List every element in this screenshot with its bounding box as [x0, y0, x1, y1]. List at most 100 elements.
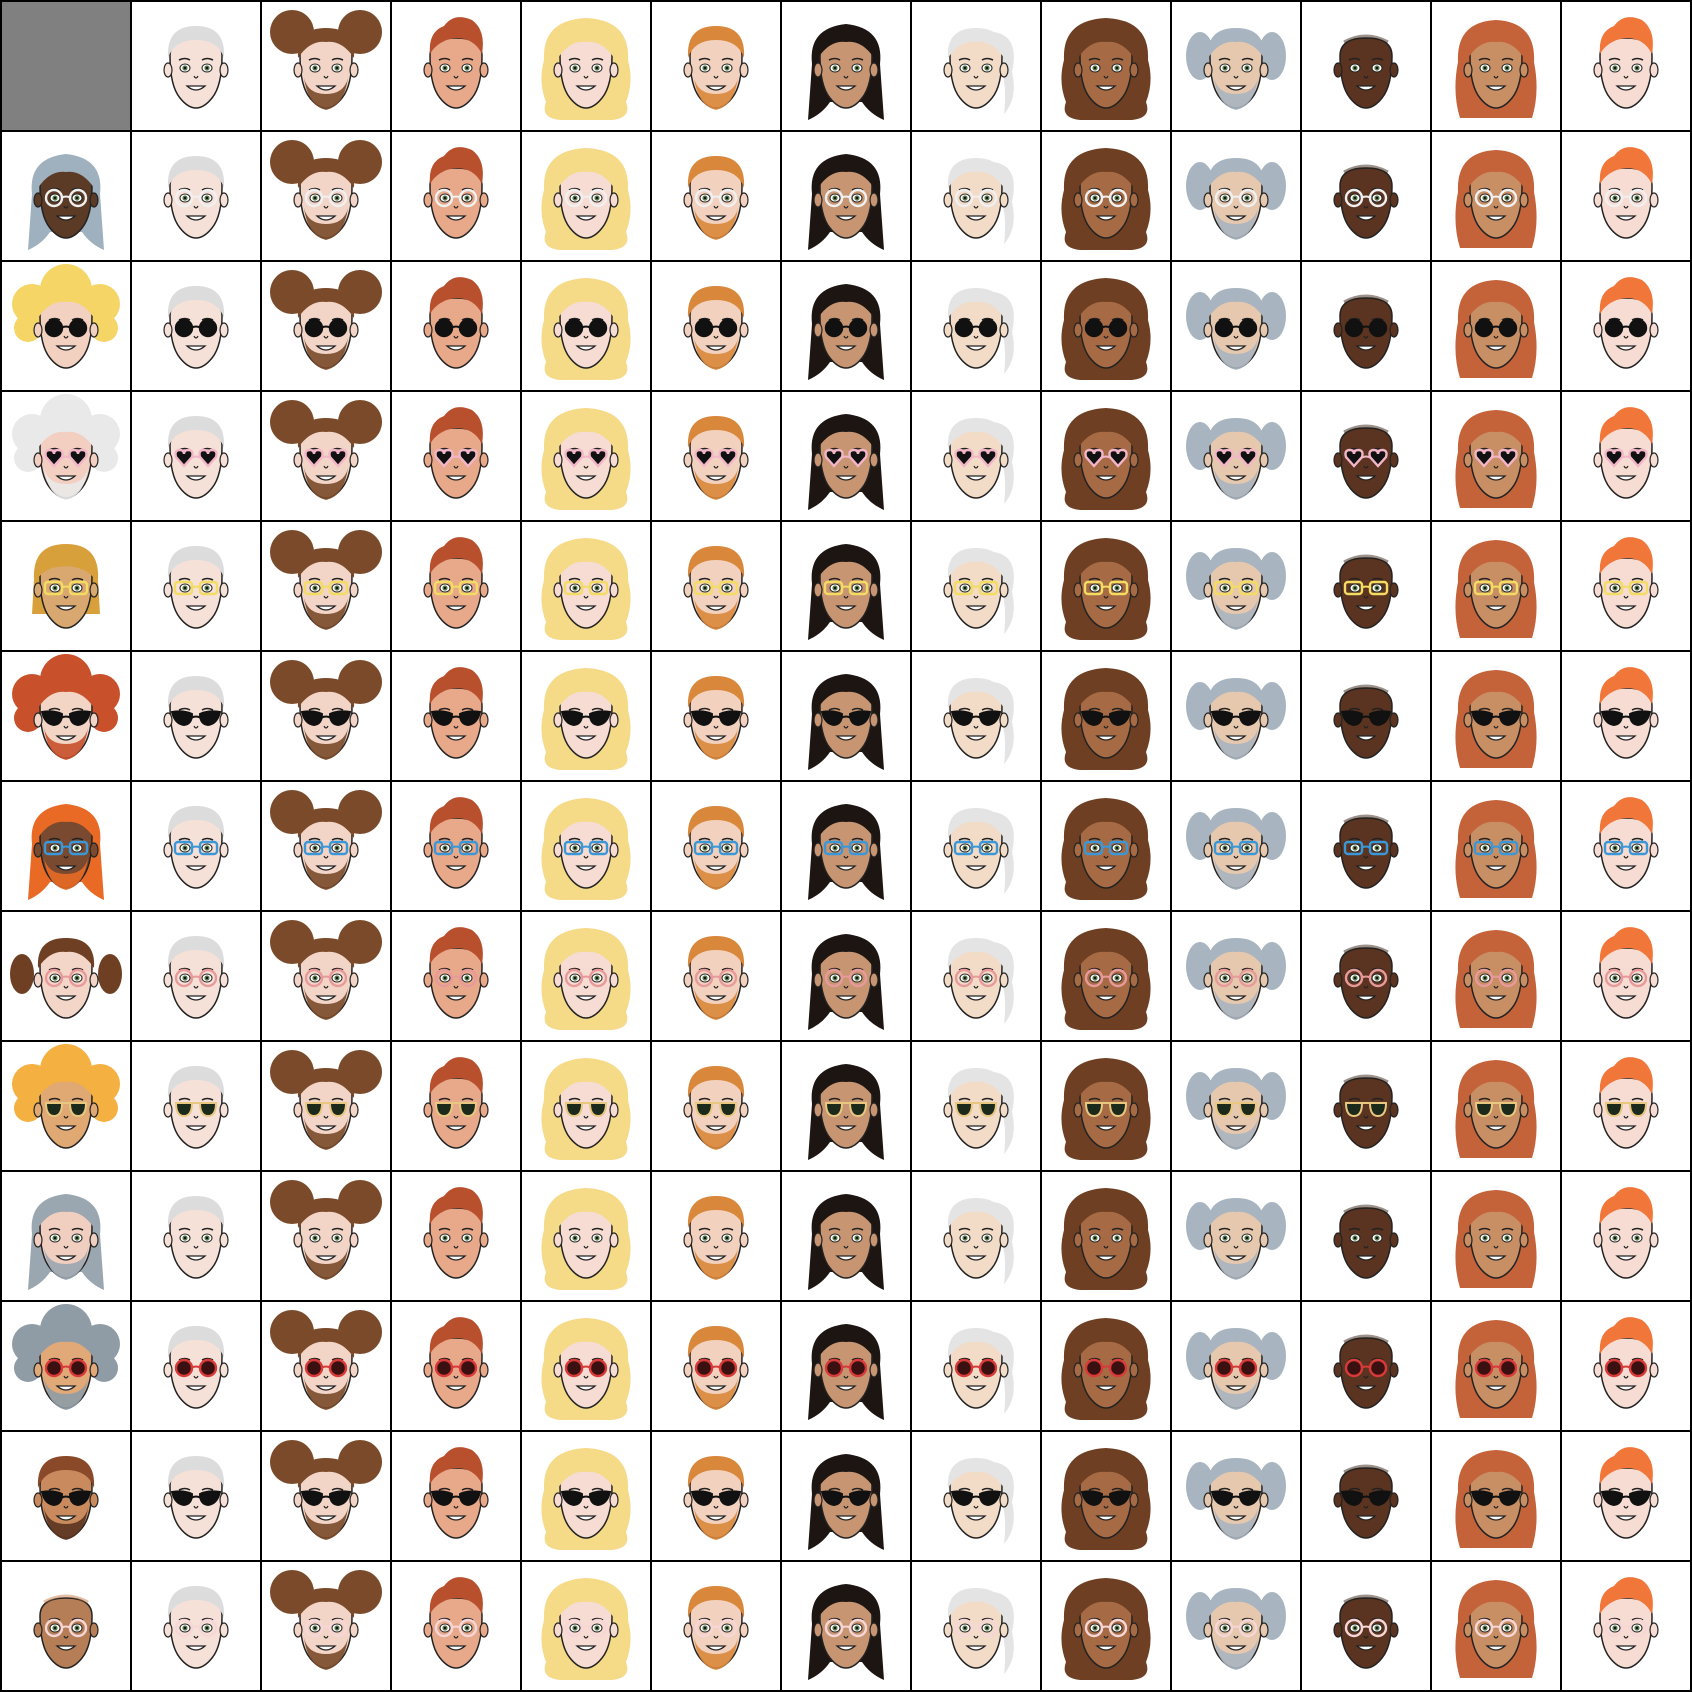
- avatar-image: [1455, 1450, 1537, 1548]
- avatar-r5-c6: [782, 652, 910, 780]
- avatar-r0-c10: [1302, 2, 1430, 130]
- blank-cell: [2, 2, 130, 130]
- avatar-image: [163, 286, 229, 369]
- avatar-r12-c10: [1302, 1562, 1430, 1690]
- avatar-r2-c10: [1302, 262, 1430, 390]
- avatar-r4-c3: [392, 522, 520, 650]
- avatar-r8-c1: [132, 1042, 260, 1170]
- avatar-r9-c12: [1562, 1172, 1690, 1300]
- avatar-image: [1186, 1198, 1286, 1280]
- avatar-image: [1186, 1588, 1286, 1670]
- avatar-r1-c7: [912, 132, 1040, 260]
- avatar-image: [808, 934, 884, 1030]
- avatar-r6-c0: [2, 782, 130, 910]
- avatar-r10-c4: [522, 1302, 650, 1430]
- avatar-r11-c0: [2, 1432, 130, 1560]
- avatar-image: [683, 156, 749, 240]
- avatar-r10-c0: [2, 1302, 130, 1430]
- avatar-r7-c8: [1042, 912, 1170, 1040]
- avatar-r5-c9: [1172, 652, 1300, 780]
- avatar-r5-c3: [392, 652, 520, 780]
- avatar-image: [1455, 1580, 1537, 1678]
- avatar-image: [1186, 1458, 1286, 1540]
- avatar-r11-c1: [132, 1432, 260, 1560]
- avatar-r4-c9: [1172, 522, 1300, 650]
- avatar-image: [423, 147, 489, 239]
- avatar-r7-c12: [1562, 912, 1690, 1040]
- avatar-image: [808, 674, 884, 770]
- avatar-r11-c9: [1172, 1432, 1300, 1560]
- avatar-r12-c2: [262, 1562, 390, 1690]
- avatar-r1-c12: [1562, 132, 1690, 260]
- avatar-image: [163, 936, 229, 1019]
- avatar-r12-c0: [2, 1562, 130, 1690]
- avatar-r6-c5: [652, 782, 780, 910]
- avatar-image: [1333, 1204, 1399, 1279]
- avatar-r6-c3: [392, 782, 520, 910]
- avatar-image: [943, 418, 1014, 504]
- avatar-image: [1061, 798, 1151, 900]
- avatar-image: [943, 808, 1014, 894]
- avatar-image: [1593, 1057, 1659, 1149]
- avatar-image: [1593, 1577, 1659, 1669]
- avatar-r12-c4: [522, 1562, 650, 1690]
- avatar-r5-c2: [262, 652, 390, 780]
- avatar-r7-c7: [912, 912, 1040, 1040]
- avatar-image: [270, 270, 382, 370]
- avatar-image: [1455, 1190, 1537, 1288]
- avatar-image: [1061, 18, 1151, 120]
- avatar-r7-c1: [132, 912, 260, 1040]
- avatar-r2-c5: [652, 262, 780, 390]
- avatar-r8-c4: [522, 1042, 650, 1170]
- avatar-image: [1593, 927, 1659, 1019]
- avatar-r12-c3: [392, 1562, 520, 1690]
- avatar-r10-c7: [912, 1302, 1040, 1430]
- avatar-image: [1061, 148, 1151, 250]
- avatar-r11-c10: [1302, 1432, 1430, 1560]
- avatar-image: [1455, 1060, 1537, 1158]
- avatar-r2-c1: [132, 262, 260, 390]
- avatar-r4-c10: [1302, 522, 1430, 650]
- avatar-r3-c12: [1562, 392, 1690, 520]
- avatar-r3-c7: [912, 392, 1040, 520]
- avatar-r2-c11: [1432, 262, 1560, 390]
- avatar-image: [808, 154, 884, 250]
- avatar-r10-c6: [782, 1302, 910, 1430]
- avatar-image: [33, 1456, 99, 1540]
- avatar-r8-c10: [1302, 1042, 1430, 1170]
- avatar-image: [1186, 1328, 1286, 1410]
- avatar-r2-c8: [1042, 262, 1170, 390]
- avatar-r11-c5: [652, 1432, 780, 1560]
- avatar-r4-c2: [262, 522, 390, 650]
- avatar-r6-c7: [912, 782, 1040, 910]
- avatar-image: [163, 1196, 229, 1279]
- avatar-image: [943, 1328, 1014, 1414]
- avatar-r2-c7: [912, 262, 1040, 390]
- avatar-image: [1186, 288, 1286, 370]
- avatar-r8-c8: [1042, 1042, 1170, 1170]
- avatar-r3-c1: [132, 392, 260, 520]
- avatar-image: [1455, 1320, 1537, 1418]
- avatar-image: [423, 797, 489, 889]
- avatar-r0-c6: [782, 2, 910, 130]
- avatar-r2-c2: [262, 262, 390, 390]
- avatar-r3-c4: [522, 392, 650, 520]
- avatar-image: [943, 938, 1014, 1024]
- avatar-image: [683, 936, 749, 1020]
- avatar-image: [423, 1187, 489, 1279]
- avatar-r7-c4: [522, 912, 650, 1040]
- avatar-r5-c10: [1302, 652, 1430, 780]
- avatar-image: [270, 530, 382, 630]
- avatar-r9-c5: [652, 1172, 780, 1300]
- avatar-r2-c0: [2, 262, 130, 390]
- avatar-image: [12, 264, 120, 369]
- avatar-image: [1186, 938, 1286, 1020]
- avatar-image: [1061, 1318, 1151, 1420]
- avatar-r3-c5: [652, 392, 780, 520]
- avatar-r7-c6: [782, 912, 910, 1040]
- avatar-r12-c5: [652, 1562, 780, 1690]
- avatar-image: [808, 414, 884, 510]
- avatar-image: [32, 544, 100, 629]
- avatar-image: [423, 17, 489, 109]
- avatar-r12-c6: [782, 1562, 910, 1690]
